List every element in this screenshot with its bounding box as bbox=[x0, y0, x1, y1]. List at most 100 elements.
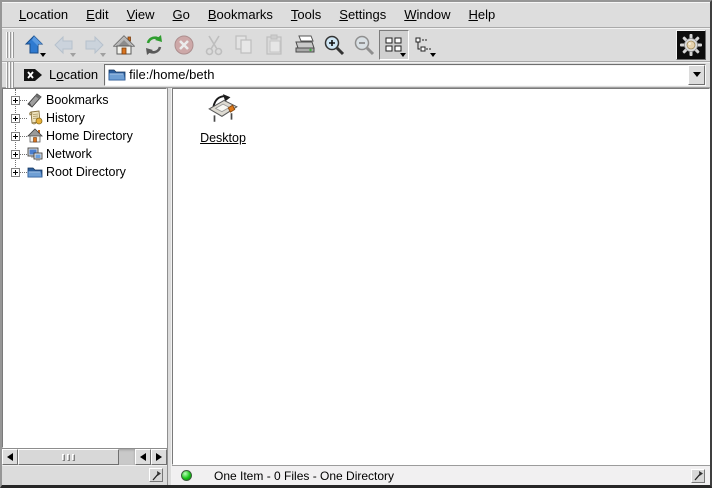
flag-icon bbox=[693, 470, 704, 481]
bookmarks-icon bbox=[27, 92, 43, 108]
location-toolbar-grip[interactable] bbox=[6, 62, 14, 88]
status-led bbox=[181, 470, 192, 481]
home-icon bbox=[113, 34, 135, 56]
sidebar-item-label: Network bbox=[46, 147, 92, 161]
menu-view[interactable]: View bbox=[118, 3, 164, 27]
location-combobox[interactable] bbox=[104, 64, 706, 86]
location-dropdown-button[interactable] bbox=[688, 65, 705, 85]
magnifier-minus-icon bbox=[353, 34, 375, 56]
magnifier-plus-icon bbox=[323, 34, 345, 56]
stop-button[interactable] bbox=[169, 30, 199, 60]
back-dropdown-arrow bbox=[70, 53, 76, 57]
forward-dropdown-arrow bbox=[100, 53, 106, 57]
blue-folder-icon bbox=[27, 164, 43, 180]
expander-plus-icon[interactable] bbox=[11, 96, 20, 105]
up-button[interactable] bbox=[19, 30, 49, 60]
forward-button[interactable] bbox=[79, 30, 109, 60]
sidebar-item-label: Home Directory bbox=[46, 129, 133, 143]
desktop-icon bbox=[206, 93, 240, 127]
scissors-icon bbox=[203, 34, 225, 56]
zoom-in-button[interactable] bbox=[319, 30, 349, 60]
print-button[interactable] bbox=[289, 30, 319, 60]
main-toolbar bbox=[2, 28, 710, 62]
sidebar-item-label: Root Directory bbox=[46, 165, 126, 179]
kde-gear-icon bbox=[679, 33, 703, 57]
menu-edit[interactable]: Edit bbox=[77, 3, 117, 27]
up-dropdown-arrow[interactable] bbox=[40, 53, 46, 57]
sidebar-item-label: Bookmarks bbox=[46, 93, 109, 107]
home-button[interactable] bbox=[109, 30, 139, 60]
reload-icon bbox=[143, 34, 165, 56]
location-input[interactable] bbox=[129, 66, 688, 84]
scroll-right-button[interactable] bbox=[151, 449, 167, 465]
blue-folder-icon bbox=[108, 67, 126, 82]
chevron-down-icon bbox=[693, 72, 701, 77]
menu-help[interactable]: Help bbox=[460, 3, 505, 27]
view-active-indicator[interactable] bbox=[149, 468, 163, 482]
expander-plus-icon[interactable] bbox=[11, 168, 20, 177]
expander-plus-icon[interactable] bbox=[11, 114, 20, 123]
zoom-out-button[interactable] bbox=[349, 30, 379, 60]
menu-tools[interactable]: Tools bbox=[282, 3, 330, 27]
scroll-left-button[interactable] bbox=[2, 449, 18, 465]
paste-icon bbox=[263, 34, 285, 56]
status-text: One Item - 0 Files - One Directory bbox=[214, 469, 691, 483]
icon-view-icon bbox=[385, 37, 403, 53]
sidebar-item-history[interactable]: History bbox=[3, 109, 166, 127]
expander-plus-icon[interactable] bbox=[11, 132, 20, 141]
content-area: Bookmarks History Home Directory Network bbox=[2, 88, 710, 485]
clear-location-icon bbox=[23, 67, 43, 83]
cut-button[interactable] bbox=[199, 30, 229, 60]
triangle-left-icon bbox=[7, 453, 13, 461]
stop-icon bbox=[173, 34, 195, 56]
menu-location[interactable]: Location bbox=[10, 3, 77, 27]
sidebar-panel: Bookmarks History Home Directory Network bbox=[2, 88, 167, 485]
home-icon bbox=[27, 128, 43, 144]
sidebar-item-root-directory[interactable]: Root Directory bbox=[3, 163, 166, 181]
scrollbar-track[interactable] bbox=[18, 449, 135, 465]
copy-icon bbox=[233, 34, 255, 56]
printer-icon bbox=[293, 34, 315, 56]
main-statusbar: One Item - 0 Files - One Directory bbox=[172, 465, 710, 485]
folder-view[interactable]: Desktop bbox=[172, 88, 710, 465]
sidebar-item-home-directory[interactable]: Home Directory bbox=[3, 127, 166, 145]
icon-view-dropdown-arrow[interactable] bbox=[400, 53, 406, 57]
view-active-indicator[interactable] bbox=[691, 469, 705, 483]
history-icon bbox=[27, 110, 43, 126]
menu-bookmarks[interactable]: Bookmarks bbox=[199, 3, 282, 27]
triangle-right-icon bbox=[156, 453, 162, 461]
sidebar-item-bookmarks[interactable]: Bookmarks bbox=[3, 91, 166, 109]
menu-bar: Location Edit View Go Bookmarks Tools Se… bbox=[2, 2, 710, 28]
network-icon bbox=[27, 146, 43, 162]
main-panel: Desktop One Item - 0 Files - One Directo… bbox=[172, 88, 710, 485]
location-toolbar: Location bbox=[2, 62, 710, 88]
expander-plus-icon[interactable] bbox=[11, 150, 20, 159]
sidebar-item-label: History bbox=[46, 111, 85, 125]
clear-location-button[interactable] bbox=[21, 65, 45, 85]
file-item-label[interactable]: Desktop bbox=[200, 131, 246, 145]
tree-view-button[interactable] bbox=[409, 30, 439, 60]
sidebar-item-network[interactable]: Network bbox=[3, 145, 166, 163]
sidebar-tree: Bookmarks History Home Directory Network bbox=[2, 88, 167, 448]
location-label: Location bbox=[49, 67, 98, 82]
triangle-left-icon bbox=[140, 453, 146, 461]
tree-view-icon bbox=[415, 37, 433, 53]
menu-settings[interactable]: Settings bbox=[330, 3, 395, 27]
menu-window[interactable]: Window bbox=[395, 3, 459, 27]
menu-go[interactable]: Go bbox=[164, 3, 199, 27]
konqueror-window: Location Edit View Go Bookmarks Tools Se… bbox=[0, 0, 712, 488]
sidebar-horizontal-scrollbar[interactable] bbox=[2, 448, 167, 465]
back-button[interactable] bbox=[49, 30, 79, 60]
copy-button[interactable] bbox=[229, 30, 259, 60]
flag-icon bbox=[151, 470, 162, 481]
reload-button[interactable] bbox=[139, 30, 169, 60]
icon-view-button[interactable] bbox=[379, 30, 409, 60]
konqueror-throbber[interactable] bbox=[676, 30, 706, 60]
tree-view-dropdown-arrow[interactable] bbox=[430, 53, 436, 57]
paste-button[interactable] bbox=[259, 30, 289, 60]
scroll-left-button-2[interactable] bbox=[135, 449, 151, 465]
toolbar-grip[interactable] bbox=[6, 32, 14, 58]
file-item-desktop[interactable]: Desktop bbox=[185, 93, 261, 145]
scrollbar-thumb[interactable] bbox=[18, 449, 119, 465]
sidebar-statusbar bbox=[2, 465, 167, 485]
